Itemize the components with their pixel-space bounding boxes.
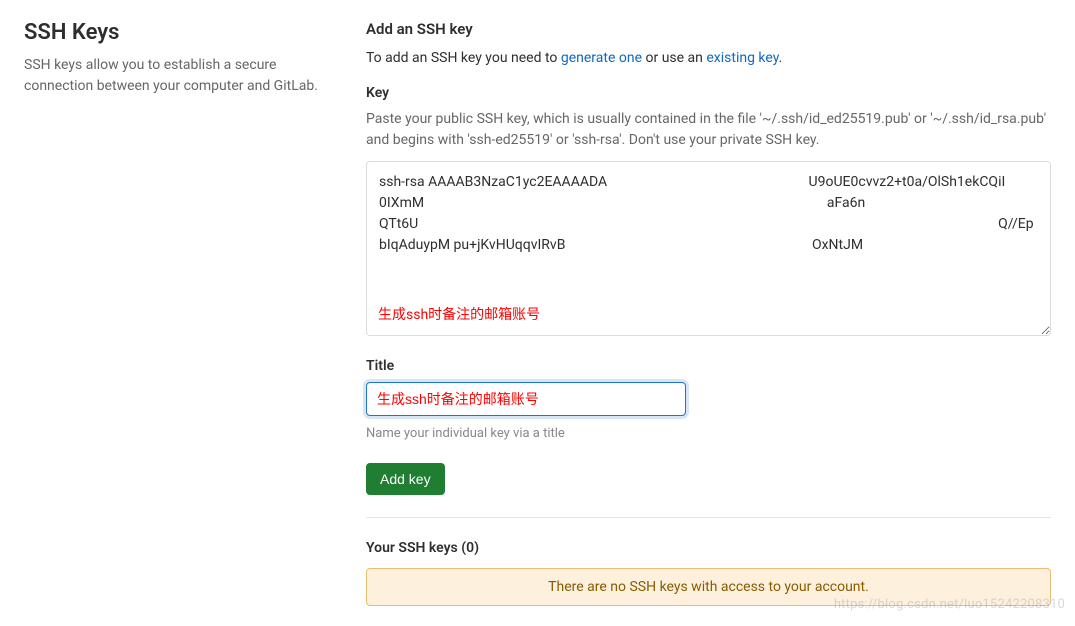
instruction-text: or use an [642, 50, 706, 66]
form-instruction: To add an SSH key you need to generate o… [366, 48, 1051, 69]
existing-key-link[interactable]: existing key [706, 50, 778, 66]
key-help-text: Paste your public SSH key, which is usua… [366, 109, 1051, 151]
generate-one-link[interactable]: generate one [561, 50, 642, 66]
add-key-button[interactable]: Add key [366, 463, 445, 495]
page-description: SSH keys allow you to establish a secure… [24, 55, 334, 97]
form-heading: Add an SSH key [366, 20, 1051, 38]
key-label: Key [366, 85, 1051, 101]
instruction-text: . [779, 50, 783, 66]
section-divider [366, 517, 1051, 518]
ssh-keys-list-heading: Your SSH keys (0) [366, 540, 1051, 556]
title-input[interactable] [366, 382, 686, 416]
ssh-key-textarea[interactable] [366, 161, 1051, 336]
title-hint: Name your individual key via a title [366, 426, 1051, 441]
title-label: Title [366, 358, 1051, 374]
instruction-text: To add an SSH key you need to [366, 50, 561, 66]
empty-state-alert: There are no SSH keys with access to you… [366, 568, 1051, 606]
page-title: SSH Keys [24, 20, 334, 45]
